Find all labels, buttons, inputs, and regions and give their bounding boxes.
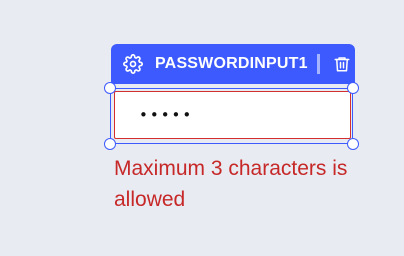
password-input[interactable]: ••••• — [114, 91, 351, 139]
validation-error-message: Maximum 3 characters is allowed — [114, 157, 348, 211]
widget-name-tab[interactable]: PASSWORDINPUT1 — [111, 44, 355, 84]
widget-name-label[interactable]: PASSWORDINPUT1 — [155, 55, 308, 73]
resize-handle-top-left[interactable] — [104, 82, 116, 94]
resize-handle-bottom-right[interactable] — [347, 138, 359, 150]
trash-icon[interactable] — [333, 54, 351, 74]
gear-icon[interactable] — [123, 54, 143, 74]
resize-handle-top-right[interactable] — [347, 82, 359, 94]
resize-handle-bottom-left[interactable] — [104, 138, 116, 150]
text-cursor — [317, 54, 320, 74]
password-input-value: ••••• — [139, 106, 194, 124]
